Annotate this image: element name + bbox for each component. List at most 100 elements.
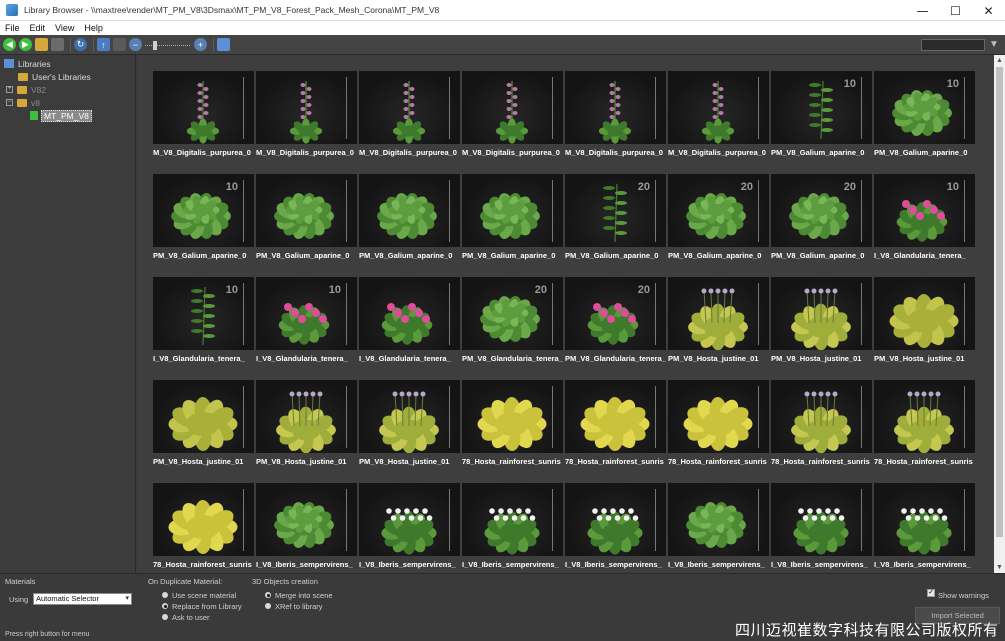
vertical-scrollbar[interactable]: ▲ ▼ <box>994 55 1005 573</box>
scroll-down-icon[interactable]: ▼ <box>994 562 1005 573</box>
refresh-icon[interactable]: ↻ <box>74 38 87 51</box>
slider-handle[interactable] <box>153 40 157 50</box>
material-thumbnail[interactable]: 10 I_V8_Glandularia_tenera_ <box>874 174 975 266</box>
radio-xref-to-library[interactable] <box>265 603 271 609</box>
tree-item-mt-pm-v8[interactable]: MT_PM_V8 <box>30 109 92 122</box>
watermark: 四川迈视崔数字科技有限公司版权所有 <box>735 621 999 639</box>
material-library-icon <box>30 111 38 120</box>
material-thumbnail[interactable]: PM_V8_Galium_aparine_0 <box>359 174 460 266</box>
thumbnail-label: PM_V8_Hosta_justine_01 <box>771 354 862 363</box>
material-thumbnail[interactable]: 78_Hosta_rainforest_sunris <box>771 380 872 472</box>
material-thumbnail[interactable]: M_V8_Digitalis_purpurea_0 <box>256 71 357 163</box>
thumbnail-label: I_V8_Iberis_sempervirens_ <box>771 560 868 569</box>
material-thumbnail[interactable]: PM_V8_Galium_aparine_0 <box>462 174 563 266</box>
collapse-icon[interactable]: − <box>6 99 13 106</box>
group-icon[interactable] <box>113 38 126 51</box>
material-thumbnail[interactable]: 20 PM_V8_Galium_aparine_0 <box>668 174 769 266</box>
material-thumbnail[interactable]: 10 PM_V8_Galium_aparine_0 <box>771 71 872 163</box>
material-thumbnail[interactable]: PM_V8_Hosta_justine_01 <box>668 277 769 369</box>
material-thumbnail[interactable]: M_V8_Digitalis_purpurea_0 <box>359 71 460 163</box>
maximize-button[interactable]: ☐ <box>939 0 972 21</box>
material-thumbnail[interactable]: 10 PM_V8_Galium_aparine_0 <box>874 71 975 163</box>
material-thumbnail[interactable]: I_V8_Iberis_sempervirens_ <box>462 483 563 573</box>
thumbnail-label: M_V8_Digitalis_purpurea_0 <box>462 148 560 157</box>
material-thumbnail[interactable]: 10 I_V8_Glandularia_tenera_ <box>153 277 254 369</box>
scrollbar-thumb[interactable] <box>996 67 1003 537</box>
thumbnail-label: I_V8_Iberis_sempervirens_ <box>462 560 559 569</box>
radio-merge-into-scene[interactable] <box>265 592 271 598</box>
radio-replace-from-library[interactable] <box>162 603 168 609</box>
filter-icon[interactable]: ▼ <box>989 39 999 51</box>
menu-edit[interactable]: Edit <box>30 23 46 33</box>
material-thumbnail[interactable]: PM_V8_Hosta_justine_01 <box>874 277 975 369</box>
material-thumbnail[interactable]: 78_Hosta_rainforest_sunris <box>668 380 769 472</box>
sort-icon[interactable]: ↑ <box>97 38 110 51</box>
material-thumbnail[interactable]: 78_Hosta_rainforest_sunris <box>874 380 975 472</box>
material-thumbnail[interactable]: I_V8_Iberis_sempervirens_ <box>565 483 666 573</box>
expand-icon[interactable]: + <box>6 86 13 93</box>
search-input[interactable] <box>921 39 985 51</box>
menu-help[interactable]: Help <box>84 23 103 33</box>
material-thumbnail[interactable]: 20 PM_V8_Galium_aparine_0 <box>565 174 666 266</box>
material-thumbnail[interactable]: I_V8_Iberis_sempervirens_ <box>874 483 975 573</box>
material-thumbnail[interactable]: PM_V8_Hosta_justine_01 <box>359 380 460 472</box>
material-thumbnail[interactable]: PM_V8_Hosta_justine_01 <box>256 380 357 472</box>
material-thumbnail[interactable]: I_V8_Iberis_sempervirens_ <box>256 483 357 573</box>
forward-icon[interactable]: ▶ <box>19 38 32 51</box>
material-thumbnail[interactable]: 20 PM_V8_Galium_aparine_0 <box>771 174 872 266</box>
show-warnings-checkbox[interactable]: ✓ <box>927 589 935 597</box>
thumbnail-image <box>874 483 975 556</box>
radio-ask-to-user[interactable] <box>162 614 168 620</box>
tall-green-plant-render <box>603 183 627 243</box>
material-thumbnail[interactable]: 20 PM_V8_Glandularia_tenera_ <box>462 277 563 369</box>
zoom-in-icon[interactable]: + <box>194 38 207 51</box>
material-thumbnail[interactable]: 78_Hosta_rainforest_sunris <box>153 483 254 573</box>
save-icon[interactable] <box>51 38 64 51</box>
material-thumbnail[interactable]: I_V8_Iberis_sempervirens_ <box>771 483 872 573</box>
menu-file[interactable]: File <box>5 23 20 33</box>
material-selector-dropdown[interactable]: Automatic Selector ▾ <box>33 593 132 605</box>
material-thumbnail[interactable]: M_V8_Digitalis_purpurea_0 <box>153 71 254 163</box>
pink-flower-plant-render <box>587 303 639 345</box>
radio-use-scene-material[interactable] <box>162 592 168 598</box>
tree-item-v8[interactable]: − v8 <box>6 96 40 109</box>
settings-icon[interactable] <box>217 38 230 51</box>
material-thumbnail[interactable]: M_V8_Digitalis_purpurea_0 <box>462 71 563 163</box>
tree-root[interactable]: Libraries <box>4 57 51 70</box>
material-thumbnail[interactable]: PM_V8_Galium_aparine_0 <box>256 174 357 266</box>
scale-ruler <box>552 489 553 551</box>
thumbnail-label: 78_Hosta_rainforest_sunris <box>874 457 973 466</box>
back-icon[interactable]: ◀ <box>3 38 16 51</box>
material-thumbnail[interactable]: M_V8_Digitalis_purpurea_0 <box>668 71 769 163</box>
zoom-out-icon[interactable]: − <box>129 38 142 51</box>
scale-ruler-label: 10 <box>328 284 341 296</box>
material-thumbnail[interactable]: PM_V8_Hosta_justine_01 <box>153 380 254 472</box>
material-thumbnail[interactable]: 20 PM_V8_Glandularia_tenera_ <box>565 277 666 369</box>
material-thumbnail[interactable]: 78_Hosta_rainforest_sunris <box>462 380 563 472</box>
thumbnail-image <box>874 277 975 350</box>
tree-item-user-libraries[interactable]: User's Libraries <box>18 70 91 83</box>
menu-view[interactable]: View <box>55 23 74 33</box>
using-label: Using <box>9 595 29 604</box>
thumbnail-image <box>668 277 769 350</box>
tree-item-v82[interactable]: + V82 <box>6 83 46 96</box>
scale-ruler-label: 10 <box>225 284 238 296</box>
material-thumbnail[interactable]: 78_Hosta_rainforest_sunris <box>565 380 666 472</box>
pink-flower-plant-render <box>381 303 433 345</box>
material-thumbnail[interactable]: 10 PM_V8_Galium_aparine_0 <box>153 174 254 266</box>
material-thumbnail[interactable]: I_V8_Iberis_sempervirens_ <box>668 483 769 573</box>
thumbnail-image <box>565 380 666 453</box>
folder-icon <box>17 85 27 94</box>
status-text: Press right button for menu <box>5 631 90 638</box>
minimize-button[interactable]: — <box>906 0 939 21</box>
material-thumbnail[interactable]: M_V8_Digitalis_purpurea_0 <box>565 71 666 163</box>
material-thumbnail[interactable]: I_V8_Glandularia_tenera_ <box>359 277 460 369</box>
material-thumbnail[interactable]: 10 I_V8_Glandularia_tenera_ <box>256 277 357 369</box>
close-button[interactable]: ✕ <box>972 0 1005 21</box>
material-thumbnail[interactable]: I_V8_Iberis_sempervirens_ <box>359 483 460 573</box>
thumbnail-label: M_V8_Digitalis_purpurea_0 <box>565 148 663 157</box>
thumbnail-size-slider[interactable] <box>145 40 190 50</box>
open-folder-icon[interactable] <box>35 38 48 51</box>
material-thumbnail[interactable]: PM_V8_Hosta_justine_01 <box>771 277 872 369</box>
scroll-up-icon[interactable]: ▲ <box>994 55 1005 66</box>
